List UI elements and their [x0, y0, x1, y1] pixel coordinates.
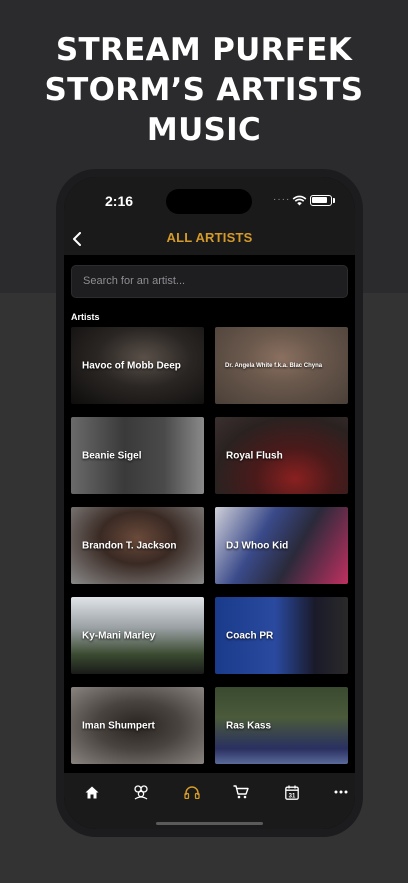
signal-dots-icon: ····	[273, 194, 291, 205]
tab-home[interactable]	[76, 781, 108, 803]
artist-name: Ky-Mani Marley	[82, 630, 156, 641]
artist-card[interactable]: Ras Kass	[215, 687, 348, 764]
status-time: 2:16	[105, 193, 134, 209]
artist-card[interactable]: Beanie Sigel	[71, 417, 204, 494]
artist-grid: Havoc of Mobb Deep Dr. Angela White f.k.…	[64, 327, 355, 773]
artist-name: Coach PR	[226, 630, 274, 641]
artist-card[interactable]: Brandon T. Jackson	[71, 507, 204, 584]
nav-bar: ALL ARTISTS	[64, 223, 355, 255]
search-input[interactable]: Search for an artist...	[71, 265, 348, 298]
home-indicator	[156, 822, 263, 825]
cart-icon	[233, 785, 249, 799]
tab-bar: 31	[64, 773, 355, 829]
calendar-day-label: 31	[289, 793, 296, 799]
tab-community[interactable]	[125, 781, 157, 803]
page-title: ALL ARTISTS	[166, 230, 253, 245]
promo-title: STREAM PURFEK STORM’S ARTISTS MUSIC	[44, 32, 364, 148]
battery-icon	[310, 195, 332, 206]
wifi-icon	[292, 195, 307, 206]
artist-name: Havoc of Mobb Deep	[82, 360, 181, 371]
tab-events[interactable]: 31	[276, 781, 308, 803]
artist-name: Beanie Sigel	[82, 450, 142, 461]
artist-card[interactable]: Ky-Mani Marley	[71, 597, 204, 674]
artist-card[interactable]: Coach PR	[215, 597, 348, 674]
artist-name: Iman Shumpert	[82, 720, 155, 731]
artist-card[interactable]: DJ Whoo Kid	[215, 507, 348, 584]
more-icon	[334, 790, 348, 794]
artist-card[interactable]: Dr. Angela White f.k.a. Blac Chyna	[215, 327, 348, 404]
artist-name: DJ Whoo Kid	[226, 540, 289, 551]
artist-name: Royal Flush	[226, 450, 283, 461]
tab-music[interactable]	[176, 781, 208, 803]
tab-shop[interactable]	[225, 781, 257, 803]
artist-name: Brandon T. Jackson	[82, 540, 177, 551]
phone-frame: 2:16 ···· ALL ARTISTS Search for an arti…	[56, 169, 363, 837]
artist-card[interactable]: Iman Shumpert	[71, 687, 204, 764]
community-icon	[134, 785, 148, 800]
artist-card[interactable]: Havoc of Mobb Deep	[71, 327, 204, 404]
home-icon	[85, 786, 99, 798]
headphones-icon	[184, 786, 200, 799]
tab-more[interactable]	[325, 781, 355, 803]
artist-name: Dr. Angela White f.k.a. Blac Chyna	[225, 362, 323, 369]
section-label: Artists	[71, 312, 100, 322]
status-bar: 2:16 ····	[64, 177, 355, 223]
app-screen: 2:16 ···· ALL ARTISTS Search for an arti…	[64, 177, 355, 829]
artist-card[interactable]: Royal Flush	[215, 417, 348, 494]
battery-nub	[333, 198, 335, 203]
calendar-icon: 31	[285, 785, 299, 800]
dynamic-island	[166, 189, 252, 214]
artist-name: Ras Kass	[226, 720, 272, 731]
